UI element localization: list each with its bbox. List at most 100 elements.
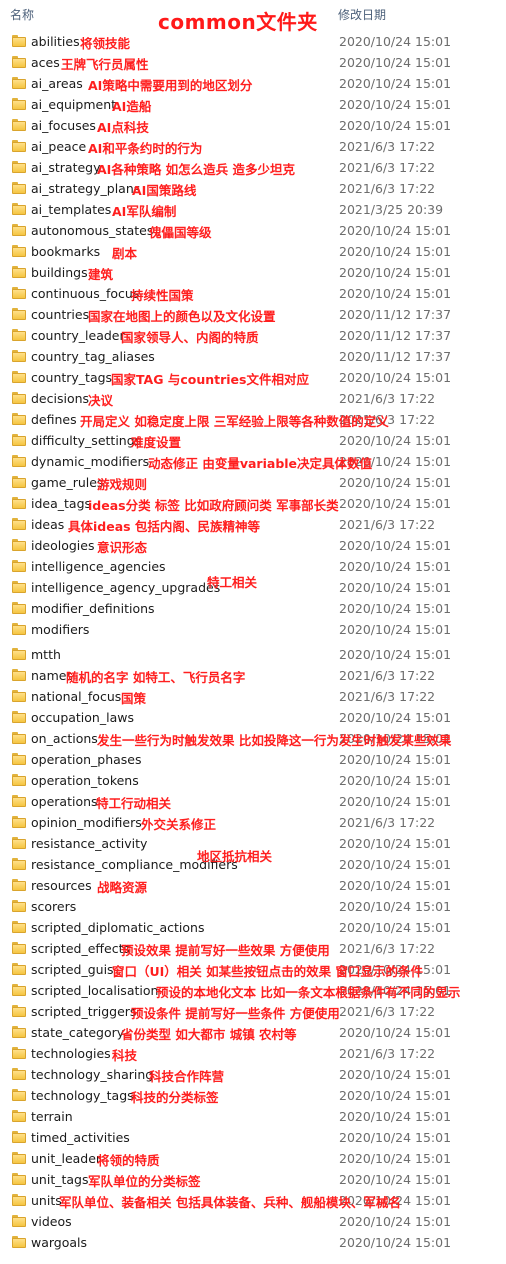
folder-icon (12, 837, 26, 849)
list-item[interactable]: ideologies 2020/10/24 15:01 意识形态 (0, 536, 506, 557)
folder-icon (12, 1110, 26, 1122)
list-item[interactable]: ai_strategy 2021/6/3 17:22 AI各种策略 如怎么造兵 造多… (0, 158, 506, 179)
list-item[interactable]: scripted_localisation 2020/10/24 15:01 预设的… (0, 981, 506, 1002)
annotation-note: 剧本 (112, 246, 138, 261)
folder-name: difficulty_settings (31, 433, 142, 448)
folder-icon (12, 518, 26, 530)
folder-name: ai_equipment (31, 97, 117, 112)
folder-name: wargoals (31, 1235, 88, 1250)
folder-name: videos (31, 1214, 72, 1229)
date-column-header[interactable]: 修改日期 (338, 6, 386, 23)
list-item[interactable]: ai_strategy_plans 2021/6/3 17:22 AI国策路线 (0, 179, 506, 200)
annotation-note: 发生一些行为时触发效果 比如投降这一行为发生时触发某些效果 (97, 733, 452, 748)
annotation-note: 科技合作阵营 (149, 1069, 225, 1084)
list-item[interactable]: unit_tags 2020/10/24 15:01 军队单位的分类标签 (0, 1170, 506, 1191)
list-item[interactable]: modifier_definitions 2020/10/24 15:01 (0, 599, 506, 620)
list-item[interactable]: opinion_modifiers 2021/6/3 17:22 外交关系修正 (0, 813, 506, 834)
list-item[interactable]: aces 2020/10/24 15:01 王牌飞行员属性 (0, 53, 506, 74)
folder-name: scripted_guis (31, 962, 114, 977)
list-item[interactable]: names 2021/6/3 17:22 随机的名字 如特工、飞行员名字 (0, 666, 506, 687)
list-item[interactable]: occupation_laws 2020/10/24 15:01 (0, 708, 506, 729)
annotation-note: 随机的名字 如特工、飞行员名字 (66, 670, 246, 685)
list-item[interactable]: technologies 2021/6/3 17:22 科技 (0, 1044, 506, 1065)
list-item[interactable]: operation_phases 2020/10/24 15:01 (0, 750, 506, 771)
list-item[interactable]: timed_activities 2020/10/24 15:01 (0, 1128, 506, 1149)
list-item[interactable]: videos 2020/10/24 15:01 (0, 1212, 506, 1233)
list-item[interactable]: difficulty_settings 2020/10/24 15:01 难度设置 (0, 431, 506, 452)
folder-name: defines (31, 412, 77, 427)
list-item[interactable]: country_tag_aliases 2020/11/12 17:37 (0, 347, 506, 368)
list-item[interactable]: technology_sharing 2020/10/24 15:01 科技合作阵营 (0, 1065, 506, 1086)
folder-name: dynamic_modifiers (31, 454, 150, 469)
folder-name: buildings (31, 265, 88, 280)
folder-icon (12, 287, 26, 299)
folder-icon (12, 984, 26, 996)
folder-name: decisions (31, 391, 90, 406)
list-item[interactable]: ideas 2021/6/3 17:22 具体ideas 包括内阁、民族精神等 (0, 515, 506, 536)
folder-icon (12, 476, 26, 488)
list-item[interactable]: ai_focuses 2020/10/24 15:01 AI点科技 (0, 116, 506, 137)
folder-icon (12, 1215, 26, 1227)
list-item[interactable]: autonomous_states 2020/10/24 15:01 傀儡国等级 (0, 221, 506, 242)
list-item[interactable]: ai_equipment 2020/10/24 15:01 AI造船 (0, 95, 506, 116)
modified-date: 2020/10/24 15:01 (339, 118, 452, 133)
folder-name: national_focus (31, 689, 122, 704)
folder-name: intelligence_agencies (31, 559, 166, 574)
list-item[interactable]: decisions 2021/6/3 17:22 决议 (0, 389, 506, 410)
list-item[interactable]: bookmarks 2020/10/24 15:01 剧本 (0, 242, 506, 263)
list-item[interactable]: ai_templates 2021/3/25 20:39 AI军队编制 (0, 200, 506, 221)
list-item[interactable]: abilities 2020/10/24 15:01 将领技能 (0, 32, 506, 53)
folder-name: modifier_definitions (31, 601, 155, 616)
folder-name: country_leader (31, 328, 125, 343)
list-item[interactable]: national_focus 2021/6/3 17:22 国策 (0, 687, 506, 708)
list-item[interactable]: scripted_diplomatic_actions 2020/10/24 15… (0, 918, 506, 939)
folder-icon (12, 1194, 26, 1206)
annotation-note: 预设的本地化文本 比如一条文本根据条件有不同的显示 (156, 985, 461, 1000)
list-item[interactable]: scripted_guis 2020/10/24 15:01 窗口（UI）相关 如某… (0, 960, 506, 981)
list-item[interactable]: units 2020/10/24 15:01 军队单位、装备相关 包括具体装备、兵种… (0, 1191, 506, 1212)
list-item[interactable]: ai_areas 2020/10/24 15:01 AI策略中需要用到的地区划分 (0, 74, 506, 95)
folder-name: state_category (31, 1025, 125, 1040)
modified-date: 2020/10/24 15:01 (339, 773, 452, 788)
list-item[interactable]: ai_peace 2021/6/3 17:22 AI和平条约时的行为 (0, 137, 506, 158)
modified-date: 2021/6/3 17:22 (339, 181, 436, 196)
modified-date: 2020/10/24 15:01 (339, 1235, 452, 1250)
list-item[interactable]: scripted_triggers 2021/6/3 17:22 预设条件 提前写好… (0, 1002, 506, 1023)
list-item[interactable]: continuous_focus 2020/10/24 15:01 持续性国策 (0, 284, 506, 305)
list-item[interactable]: wargoals 2020/10/24 15:01 (0, 1233, 506, 1254)
list-item[interactable]: technology_tags 2020/10/24 15:01 科技的分类标签 (0, 1086, 506, 1107)
list-item[interactable]: country_leader 2020/11/12 17:37 国家领导人、内阁的特… (0, 326, 506, 347)
list-item[interactable]: buildings 2020/10/24 15:01 建筑 (0, 263, 506, 284)
modified-date: 2020/10/24 15:01 (339, 97, 452, 112)
folder-name: aces (31, 55, 60, 70)
list-item[interactable]: scorers 2020/10/24 15:01 (0, 897, 506, 918)
list-item[interactable]: operation_tokens 2020/10/24 15:01 (0, 771, 506, 792)
list-item[interactable]: countries 2020/11/12 17:37 国家在地图上的颜色以及文化设置 (0, 305, 506, 326)
list-item[interactable]: mtth 2020/10/24 15:01 (0, 645, 506, 666)
list-item[interactable]: on_actions 2020/10/24 15:01 发生一些行为时触发效果 比如… (0, 729, 506, 750)
folder-name: opinion_modifiers (31, 815, 142, 830)
list-item[interactable]: terrain 2020/10/24 15:01 (0, 1107, 506, 1128)
modified-date: 2020/10/24 15:01 (339, 433, 452, 448)
folder-icon (12, 413, 26, 425)
modified-date: 2020/10/24 15:01 (339, 265, 452, 280)
folder-name: timed_activities (31, 1130, 130, 1145)
list-item[interactable]: dynamic_modifiers 2020/10/24 15:01 动态修正 由变… (0, 452, 506, 473)
folder-name: autonomous_states (31, 223, 154, 238)
list-item[interactable]: state_category 2020/10/24 15:01 省份类型 如大都市 … (0, 1023, 506, 1044)
list-item[interactable]: unit_leader 2020/10/24 15:01 将领的特质 (0, 1149, 506, 1170)
list-item[interactable]: scripted_effects 2021/6/3 17:22 预设效果 提前写好一… (0, 939, 506, 960)
folder-name: abilities (31, 34, 80, 49)
modified-date: 2020/10/24 15:01 (339, 752, 452, 767)
list-item[interactable]: operations 2020/10/24 15:01 特工行动相关 (0, 792, 506, 813)
annotation-note: 将领技能 (80, 36, 131, 51)
list-item[interactable]: resources 2020/10/24 15:01 战略资源 (0, 876, 506, 897)
list-item[interactable]: defines 2021/6/3 17:22 开局定义 如稳定度上限 三军经验上限等… (0, 410, 506, 431)
list-item[interactable]: idea_tags 2020/10/24 15:01 ideas分类 标签 比如政府… (0, 494, 506, 515)
list-item[interactable]: game_rules 2020/10/24 15:01 游戏规则 (0, 473, 506, 494)
folder-icon (12, 1131, 26, 1143)
modified-date: 2020/10/24 15:01 (339, 559, 452, 574)
name-column-header[interactable]: 名称 (10, 6, 34, 23)
folder-name: idea_tags (31, 496, 92, 511)
list-item[interactable]: country_tags 2020/10/24 15:01 国家TAG 与count… (0, 368, 506, 389)
